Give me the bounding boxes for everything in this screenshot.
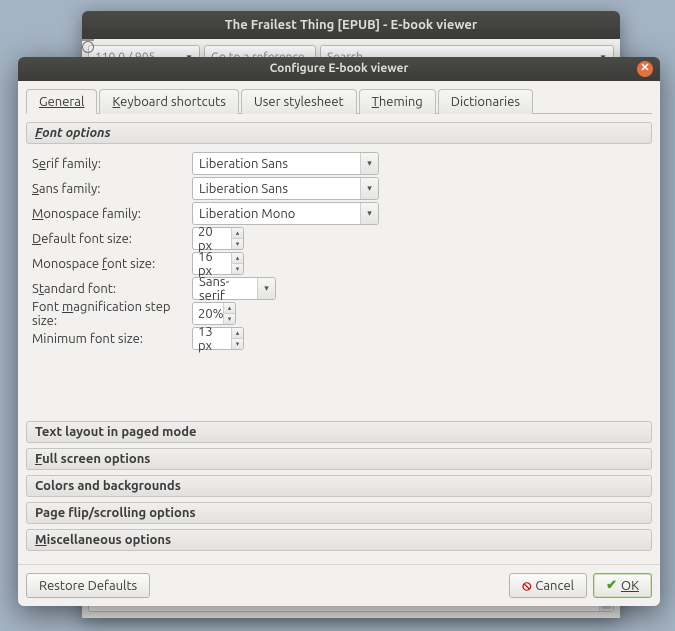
tab-stylesheet[interactable]: User stylesheet — [241, 89, 357, 114]
spin-mag-step[interactable]: 20%▴▾ — [192, 302, 236, 325]
section-colors[interactable]: Colors and backgrounds — [26, 475, 652, 497]
label-serif: Serif family: — [32, 157, 192, 171]
label-default-size: Default font size: — [32, 232, 192, 246]
tabbar: General Keyboard shortcuts User styleshe… — [26, 89, 652, 114]
tab-keyboard[interactable]: Keyboard shortcuts — [99, 89, 238, 114]
chevron-down-icon: ▾ — [360, 203, 378, 224]
combo-sans[interactable]: Liberation Sans▾ — [192, 177, 379, 200]
tab-dictionaries[interactable]: Dictionaries — [438, 89, 533, 114]
label-mono-size: Monospace font size: — [32, 257, 192, 271]
parent-titlebar: The Frailest Thing [EPUB] - E-book viewe… — [82, 11, 620, 39]
spin-mono-size[interactable]: 16 px▴▾ — [192, 252, 244, 275]
label-min-size: Minimum font size: — [32, 332, 192, 346]
tab-theming[interactable]: Theming — [359, 89, 436, 114]
dialog-titlebar: Configure E-book viewer ✕ — [18, 57, 660, 81]
section-pageflip[interactable]: Page flip/scrolling options — [26, 502, 652, 524]
section-text-layout[interactable]: Text layout in paged mode — [26, 421, 652, 443]
combo-serif[interactable]: Liberation Sans▾ — [192, 152, 379, 175]
dialog-close-icon[interactable]: ✕ — [637, 61, 653, 77]
cancel-icon: ⦸ — [522, 577, 531, 594]
section-fullscreen[interactable]: Full screen options — [26, 448, 652, 470]
chevron-down-icon: ▾ — [360, 153, 378, 174]
parent-title: The Frailest Thing [EPUB] - E-book viewe… — [225, 18, 477, 32]
dialog-title: Configure E-book viewer — [270, 62, 409, 75]
font-fields: Serif family: Liberation Sans▾ Sans fami… — [26, 149, 652, 421]
configure-dialog: Configure E-book viewer ✕ General Keyboa… — [18, 57, 660, 606]
check-icon: ✔ — [606, 578, 617, 593]
combo-mono[interactable]: Liberation Mono▾ — [192, 202, 379, 225]
label-mono: Monospace family: — [32, 207, 192, 221]
section-font-options[interactable]: Font options — [26, 122, 652, 144]
ok-button[interactable]: ✔OK — [593, 573, 652, 598]
restore-defaults-button[interactable]: Restore Defaults — [26, 573, 150, 598]
section-misc[interactable]: Miscellaneous options — [26, 529, 652, 551]
tab-general[interactable]: General — [26, 89, 97, 114]
maximize-icon[interactable] — [82, 41, 94, 53]
label-sans: Sans family: — [32, 182, 192, 196]
spin-default-size[interactable]: 20 px▴▾ — [192, 227, 244, 250]
label-standard: Standard font: — [32, 282, 192, 296]
chevron-down-icon: ▾ — [360, 178, 378, 199]
cancel-button[interactable]: ⦸Cancel — [509, 573, 587, 598]
combo-standard[interactable]: Sans-serif▾ — [192, 277, 276, 300]
chevron-down-icon: ▾ — [257, 278, 275, 299]
spin-min-size[interactable]: 13 px▴▾ — [192, 327, 244, 350]
label-mag-step: Font magnification step size: — [32, 300, 192, 328]
dialog-footer: Restore Defaults ⦸Cancel ✔OK — [18, 564, 660, 606]
